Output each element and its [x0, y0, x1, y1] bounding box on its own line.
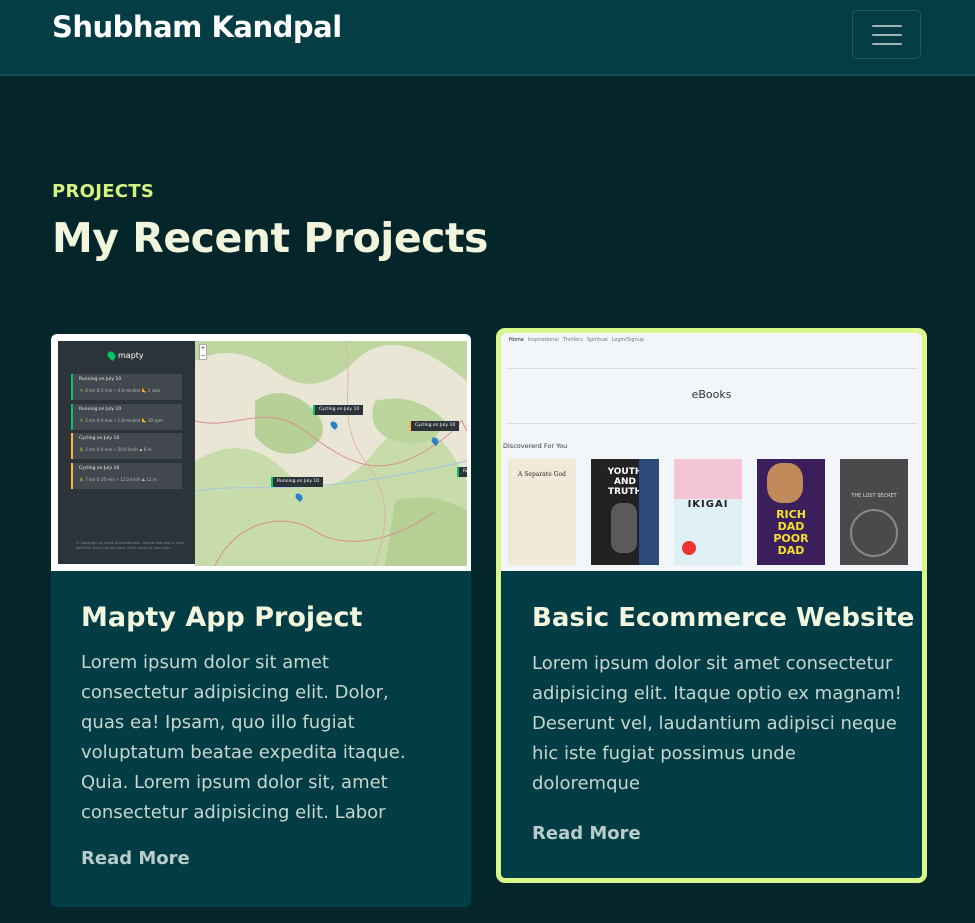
- section-kicker: PROJECTS: [52, 181, 155, 202]
- read-more-link[interactable]: Read More: [81, 848, 190, 869]
- book-cover: A Separate God: [508, 459, 576, 565]
- project-description: Lorem ipsum dolor sit amet consectetur a…: [81, 652, 406, 823]
- mapty-footer: © Copyright by Jonas Schmedtmann. Use fo…: [76, 541, 184, 550]
- book-cover: THE LOST SECRET: [840, 459, 908, 565]
- book-cover: IKIGAI: [674, 459, 742, 565]
- map-popup: Cycling on July 10: [313, 405, 364, 415]
- mapty-logo: mapty: [105, 349, 144, 362]
- divider: [506, 368, 917, 369]
- book-cover: RICH DAD POOR DAD: [757, 459, 825, 565]
- project-description: Lorem ipsum dolor sit amet consectetur a…: [532, 653, 902, 794]
- map-popup: Running on July 10: [271, 477, 324, 487]
- discover-heading: Discovererd For You: [503, 442, 568, 450]
- map-terrain: [195, 341, 467, 566]
- menu-bar: [871, 24, 902, 27]
- project-title: Mapty App Project: [81, 602, 363, 633]
- project-title: Basic Ecommerce Website: [532, 603, 915, 633]
- section-heading: My Recent Projects: [52, 214, 488, 262]
- divider: [506, 423, 917, 424]
- hamburger-menu-icon[interactable]: [852, 10, 921, 59]
- brand-name[interactable]: Shubham Kandpal: [52, 10, 342, 44]
- read-more-link[interactable]: Read More: [532, 823, 641, 844]
- map-popup: Cycling on July 10: [409, 421, 460, 431]
- menu-bar: [871, 33, 902, 36]
- workout-item: Cycling on July 10 🚴 7 km ⏱ 35 min ⚡ 12.…: [71, 463, 182, 489]
- ebooks-title: eBooks: [691, 388, 732, 401]
- workout-item: Running on July 10 🏃 8 km ⏱ 5 min ⚡ 0.6 …: [71, 374, 182, 400]
- mapty-sidebar: mapty Running on July 10 🏃 8 km ⏱ 5 min …: [58, 341, 195, 564]
- workout-item: Cycling on July 10 🚴 5 km ⏱ 6 min ⚡ 50.0…: [71, 433, 182, 459]
- map-zoom-control: + −: [199, 344, 207, 360]
- ebooks-nav: Home Inspirational Thrillers Spiritual Login…: [509, 337, 645, 343]
- menu-bar: [871, 42, 902, 45]
- project-card: mapty Running on July 10 🏃 8 km ⏱ 5 min …: [51, 334, 471, 907]
- navbar: Shubham Kandpal: [0, 0, 975, 76]
- workout-item: Running on July 10 🏃 5 km ⏱ 9 min ⚡ 1.8 …: [71, 404, 182, 430]
- project-card-highlighted: Home Inspirational Thrillers Spiritual Login…: [496, 328, 927, 883]
- book-cover: YOUTH AND TRUTH: [591, 459, 659, 565]
- project-thumbnail-ebooks[interactable]: Home Inspirational Thrillers Spiritual Login…: [501, 333, 922, 571]
- map-popup: Running on July 10: [457, 467, 467, 477]
- project-thumbnail-mapty[interactable]: mapty Running on July 10 🏃 8 km ⏱ 5 min …: [51, 334, 471, 571]
- map-view: Cycling on July 10 Cycling on July 10 Ru…: [195, 341, 467, 566]
